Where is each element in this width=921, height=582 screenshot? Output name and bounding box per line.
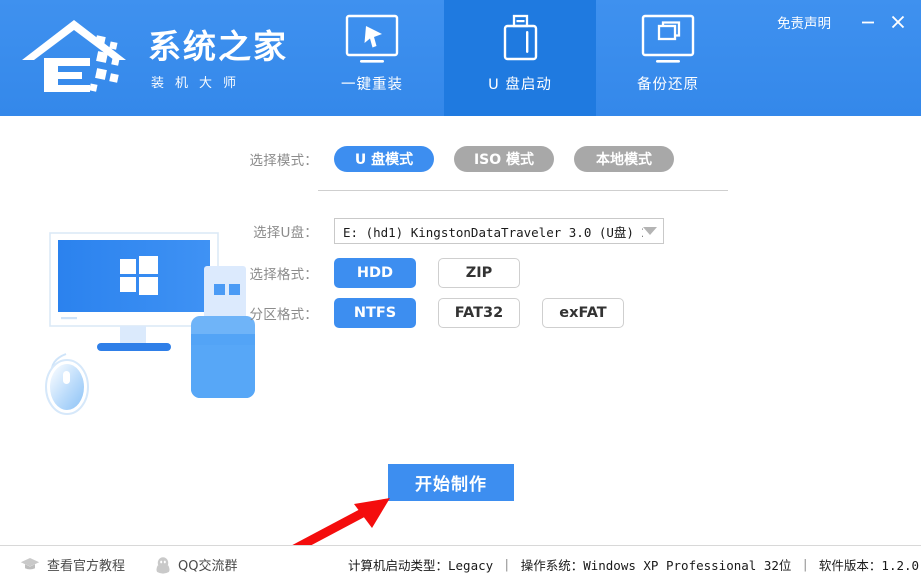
partition-option-exfat[interactable]: exFAT [542,298,624,328]
minimize-button[interactable] [853,10,883,34]
graduation-cap-icon [20,557,40,569]
usb-row: 选择U盘： E: (hd1) KingstonDataTraveler 3.0 … [232,218,664,244]
start-make-button[interactable]: 开始制作 [388,464,514,501]
tab-backup-restore[interactable]: 备份还原 [592,0,744,116]
format-row: 选择格式： HDD ZIP [232,258,520,288]
partition-option-fat32[interactable]: FAT32 [438,298,520,328]
tutorial-link[interactable]: 查看官方教程 [20,555,125,574]
cursor-monitor-icon [340,12,404,70]
usb-select-value: E: (hd1) KingstonDataTraveler 3.0 (U盘) 2… [343,224,643,240]
main-content: 选择模式： U 盘模式 ISO 模式 本地模式 选择U盘： E: (hd1) K… [0,116,921,582]
mode-option-usb[interactable]: U 盘模式 [334,146,434,172]
logo-title: 系统之家 [148,27,288,66]
app-window: 系统之家 装机大师 一键重装 U 盘启动 备份还原 免责声明 选择模式： U 盘… [0,0,921,582]
section-divider [318,190,728,191]
partition-label: 分区格式： [249,307,318,323]
logo-subtitle: 装机大师 [151,76,248,91]
windows-copy-icon [636,12,700,70]
system-info-text: 计算机启动类型：Legacy ｜ 操作系统：Windows XP Profess… [348,558,921,573]
mode-option-local[interactable]: 本地模式 [574,146,674,172]
mode-row: 选择模式： U 盘模式 ISO 模式 本地模式 [232,146,674,172]
qq-group-link[interactable]: QQ交流群 [155,555,237,574]
format-option-hdd[interactable]: HDD [334,258,416,288]
minimize-icon [862,21,874,24]
format-option-zip[interactable]: ZIP [438,258,520,288]
app-header: 系统之家 装机大师 一键重装 U 盘启动 备份还原 免责声明 [0,0,921,116]
usb-drive-icon [497,12,543,70]
settings-form: 选择模式： U 盘模式 ISO 模式 本地模式 选择U盘： E: (hd1) K… [0,116,921,582]
usb-label: 选择U盘： [253,225,318,241]
house-pixel-logo-icon [22,20,126,92]
partition-row: 分区格式： NTFS FAT32 exFAT [232,298,624,328]
format-label: 选择格式： [249,267,318,283]
disclaimer-link[interactable]: 免责声明 [777,12,831,32]
tutorial-label: 查看官方教程 [47,559,126,574]
tab-one-key-reinstall[interactable]: 一键重装 [296,0,448,116]
chevron-down-icon [643,227,657,235]
partition-option-ntfs[interactable]: NTFS [334,298,416,328]
mode-label: 选择模式： [249,153,318,169]
tab-label: U 盘启动 [488,77,552,93]
close-button[interactable] [883,10,913,34]
tab-label: 备份还原 [637,77,699,93]
qq-label: QQ交流群 [178,559,238,574]
tab-usb-boot[interactable]: U 盘启动 [444,0,596,116]
tab-label: 一键重装 [341,77,403,93]
status-bar: 查看官方教程 QQ交流群 计算机启动类型：Legacy ｜ 操作系统：Windo… [0,545,921,582]
mode-option-iso[interactable]: ISO 模式 [454,146,554,172]
qq-penguin-icon [156,556,170,574]
close-icon [891,15,905,29]
header-controls: 免责声明 [777,10,913,34]
app-logo: 系统之家 装机大师 [18,14,286,102]
usb-select[interactable]: E: (hd1) KingstonDataTraveler 3.0 (U盘) 2… [334,218,664,244]
